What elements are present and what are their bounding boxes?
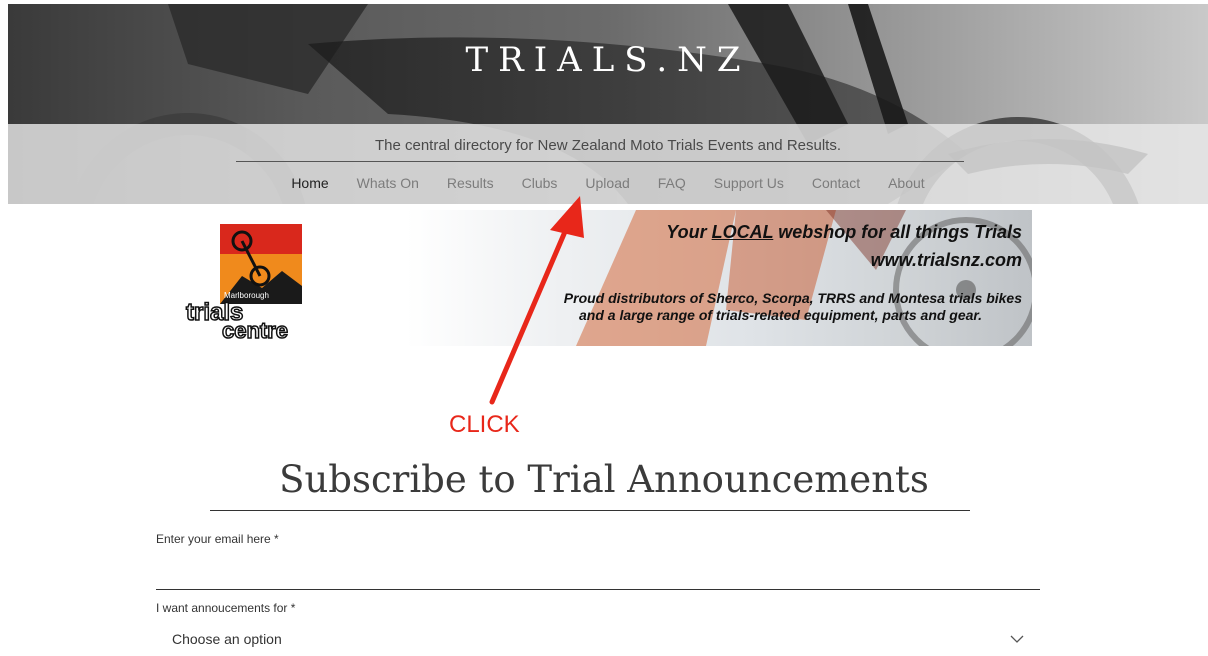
- nav-results[interactable]: Results: [433, 175, 508, 191]
- logo-text-sub: centre: [222, 318, 288, 340]
- email-field[interactable]: [156, 555, 1040, 590]
- nav-faq[interactable]: FAQ: [644, 175, 700, 191]
- annotation-arrow-icon: [489, 196, 584, 405]
- site-title[interactable]: TRIALS.NZ: [8, 40, 1208, 80]
- nav-upload[interactable]: Upload: [571, 175, 643, 191]
- nav-whats-on[interactable]: Whats On: [343, 175, 433, 191]
- announcements-select-label: I want annoucements for *: [156, 601, 296, 615]
- annotation-click-label: CLICK: [449, 411, 520, 438]
- nav-about[interactable]: About: [874, 175, 939, 191]
- banner-line-4: and a large range of trials-related equi…: [579, 307, 982, 323]
- chevron-down-icon: [1010, 635, 1024, 643]
- banner-website: www.trialsnz.com: [870, 250, 1022, 270]
- main-nav: Home Whats On Results Clubs Upload FAQ S…: [8, 175, 1208, 191]
- banner-line-1: Your LOCAL webshop for all things Trials: [666, 222, 1022, 242]
- announcements-select-value: Choose an option: [172, 631, 282, 647]
- email-field-label: Enter your email here *: [156, 532, 279, 546]
- header-band: [8, 124, 1208, 204]
- banner-local-emphasis: LOCAL: [711, 222, 774, 242]
- banner-line-3: Proud distributors of Sherco, Scorpa, TR…: [563, 290, 1022, 306]
- nav-clubs[interactable]: Clubs: [508, 175, 572, 191]
- subscribe-title-divider: [210, 510, 970, 511]
- site-tagline: The central directory for New Zealand Mo…: [374, 137, 842, 154]
- marlborough-trials-centre-logo: Marlborough trials centre: [185, 224, 302, 340]
- site-header: TRIALS.NZ The central directory for New …: [8, 4, 1208, 204]
- nav-contact[interactable]: Contact: [798, 175, 874, 191]
- announcements-select[interactable]: Choose an option: [156, 622, 1040, 656]
- tagline-divider: [236, 161, 964, 162]
- nav-home[interactable]: Home: [277, 175, 342, 191]
- subscribe-title: Subscribe to Trial Announcements: [279, 458, 929, 501]
- sponsor-banner[interactable]: Marlborough trials centre Your LOCAL web…: [176, 210, 1032, 346]
- nav-support-us[interactable]: Support Us: [700, 175, 798, 191]
